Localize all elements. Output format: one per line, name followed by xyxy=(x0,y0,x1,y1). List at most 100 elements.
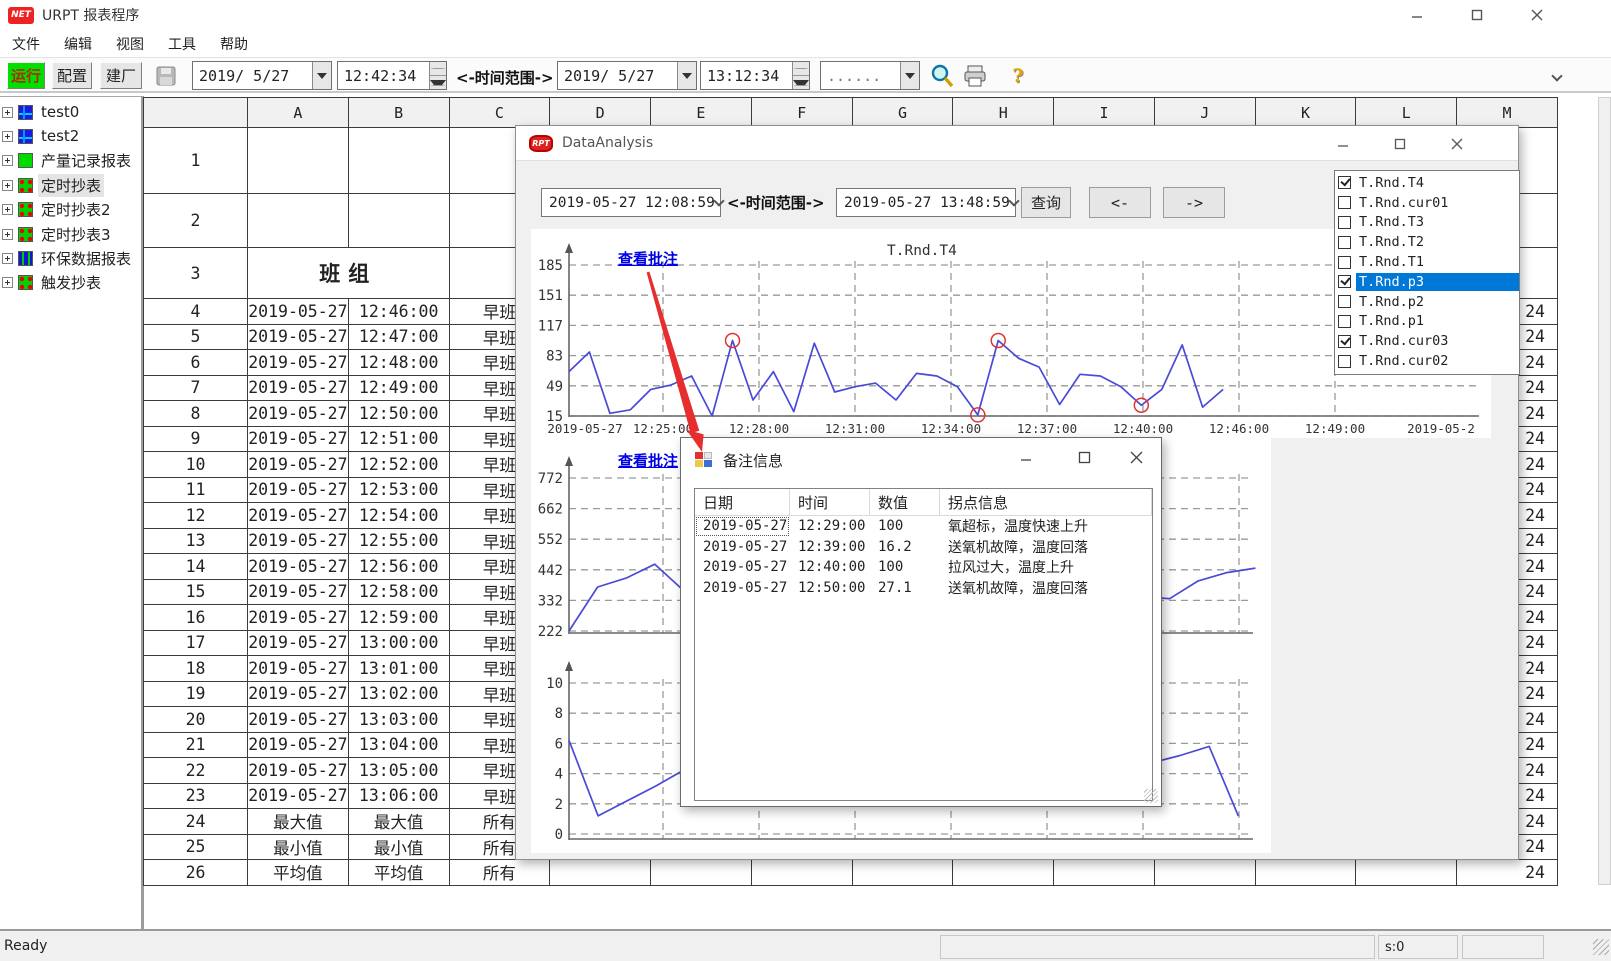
checkbox-icon[interactable] xyxy=(1338,196,1351,209)
build-button[interactable]: 建厂 xyxy=(100,62,142,89)
col-header-I[interactable]: I xyxy=(1054,98,1155,128)
col-header-G[interactable]: G xyxy=(853,98,954,128)
sheet-cell[interactable] xyxy=(1356,860,1457,886)
row-header-24[interactable]: 24 xyxy=(143,809,248,835)
sheet-cell[interactable]: 2019-05-27 xyxy=(248,452,349,478)
prev-button[interactable]: <- xyxy=(1089,187,1151,218)
sheet-cell[interactable] xyxy=(1155,860,1256,886)
toolbar-overflow-icon[interactable] xyxy=(1543,64,1571,91)
sheet-cell[interactable]: 2019-05-27 xyxy=(248,605,349,631)
col-header-K[interactable]: K xyxy=(1256,98,1357,128)
sheet-cell[interactable]: 2019-05-27 xyxy=(248,656,349,682)
sheet-cell[interactable]: 2019-05-27 xyxy=(248,478,349,504)
sheet-cell[interactable]: 12:46:00 xyxy=(349,299,450,325)
col-header-B[interactable]: B xyxy=(349,98,450,128)
expand-plus-icon[interactable] xyxy=(2,131,13,142)
tree-item-4[interactable]: 定时抄表2 xyxy=(2,199,114,221)
row-header-12[interactable]: 12 xyxy=(143,503,248,529)
sheet-cell[interactable]: 2019-05-27 xyxy=(248,350,349,376)
sheet-cell[interactable]: 12:51:00 xyxy=(349,427,450,453)
col-header-L[interactable]: L xyxy=(1356,98,1457,128)
sheet-cell[interactable]: 12:56:00 xyxy=(349,554,450,580)
sheet-vscrollbar[interactable] xyxy=(1598,97,1611,885)
note-row[interactable]: 2019-05-2712:29:00100氧超标，温度快速上升 xyxy=(695,516,1152,537)
row-header-8[interactable]: 8 xyxy=(143,401,248,427)
sheet-cell[interactable] xyxy=(248,128,349,194)
tag-item-T.Rnd.p2[interactable]: T.Rnd.p2 xyxy=(1335,292,1519,312)
sheet-cell[interactable] xyxy=(1256,860,1357,886)
row-header-20[interactable]: 20 xyxy=(143,707,248,733)
row-header-9[interactable]: 9 xyxy=(143,427,248,453)
row-header-4[interactable]: 4 xyxy=(143,299,248,325)
sheet-cell[interactable]: 2019-05-27 xyxy=(248,401,349,427)
tag-item-T.Rnd.T1[interactable]: T.Rnd.T1 xyxy=(1335,252,1519,272)
tree-item-1[interactable]: test2 xyxy=(2,125,82,147)
tag-item-T.Rnd.cur02[interactable]: T.Rnd.cur02 xyxy=(1335,351,1519,371)
note-close-icon[interactable] xyxy=(1121,447,1151,468)
tag-item-T.Rnd.p3[interactable]: T.Rnd.p3 xyxy=(1335,272,1519,292)
merged-cell-banzu[interactable]: 班组 xyxy=(248,248,450,299)
view-annotation-link-2[interactable]: 查看批注 xyxy=(618,450,678,471)
tree-item-0[interactable]: test0 xyxy=(2,101,82,123)
col-header-A[interactable]: A xyxy=(248,98,349,128)
end-time-spinner[interactable]: 13:12:34 xyxy=(700,61,810,90)
tag-item-T.Rnd.cur03[interactable]: T.Rnd.cur03 xyxy=(1335,331,1519,351)
sheet-corner-cell[interactable] xyxy=(143,98,248,128)
sheet-cell[interactable]: 最小值 xyxy=(349,835,450,861)
checkbox-icon[interactable] xyxy=(1338,295,1351,308)
dialog-maximize-icon[interactable] xyxy=(1385,133,1415,154)
col-header-J[interactable]: J xyxy=(1155,98,1256,128)
row-header-3[interactable]: 3 xyxy=(143,248,248,299)
start-date-picker[interactable]: 2019/ 5/27 xyxy=(192,61,332,90)
help-icon[interactable]: ? xyxy=(1004,62,1032,89)
maximize-icon[interactable] xyxy=(1462,4,1492,26)
checkbox-checked-icon[interactable] xyxy=(1338,335,1351,348)
row-header-2[interactable]: 2 xyxy=(143,194,248,248)
run-button[interactable]: 运行 xyxy=(7,62,45,89)
dropdown-arrow-icon[interactable] xyxy=(677,62,696,89)
row-header-22[interactable]: 22 xyxy=(143,758,248,784)
sheet-cell[interactable]: 13:03:00 xyxy=(349,707,450,733)
tag-item-T.Rnd.cur01[interactable]: T.Rnd.cur01 xyxy=(1335,193,1519,213)
sheet-cell[interactable]: 12:47:00 xyxy=(349,325,450,351)
sheet-cell[interactable]: 2019-05-27 xyxy=(248,784,349,810)
row-header-17[interactable]: 17 xyxy=(143,631,248,657)
row-header-21[interactable]: 21 xyxy=(143,733,248,759)
dropdown-arrow-icon[interactable] xyxy=(312,62,331,89)
col-header-D[interactable]: D xyxy=(550,98,651,128)
next-button[interactable]: -> xyxy=(1163,187,1225,218)
row-header-16[interactable]: 16 xyxy=(143,605,248,631)
combo-chevron-icon[interactable] xyxy=(715,189,723,216)
expand-plus-icon[interactable] xyxy=(2,277,13,288)
sheet-cell[interactable]: 2019-05-27 xyxy=(248,631,349,657)
sheet-cell[interactable]: 12:50:00 xyxy=(349,401,450,427)
sheet-cell[interactable] xyxy=(349,194,450,248)
row-header-15[interactable]: 15 xyxy=(143,580,248,606)
sheet-cell[interactable]: 平均值 xyxy=(349,860,450,886)
note-col-0[interactable]: 日期 xyxy=(695,489,790,515)
sheet-cell[interactable]: 12:48:00 xyxy=(349,350,450,376)
sheet-cell[interactable]: 2019-05-27 xyxy=(248,376,349,402)
checkbox-checked-icon[interactable] xyxy=(1338,275,1351,288)
sheet-cell[interactable]: 最大值 xyxy=(349,809,450,835)
row-header-18[interactable]: 18 xyxy=(143,656,248,682)
sheet-cell[interactable]: 2019-05-27 xyxy=(248,503,349,529)
tag-item-T.Rnd.T4[interactable]: T.Rnd.T4 xyxy=(1335,173,1519,193)
analysis-start-combo[interactable]: 2019-05-27 12:08:59 xyxy=(541,188,721,217)
sheet-cell[interactable]: 13:06:00 xyxy=(349,784,450,810)
sheet-cell[interactable]: 2019-05-27 xyxy=(248,707,349,733)
sheet-cell[interactable]: 最小值 xyxy=(248,835,349,861)
row-header-11[interactable]: 11 xyxy=(143,478,248,504)
note-row[interactable]: 2019-05-2712:39:0016.2送氧机故障，温度回落 xyxy=(695,537,1152,558)
menu-item-2[interactable]: 视图 xyxy=(104,31,156,57)
sheet-cell[interactable] xyxy=(248,194,349,248)
row-header-1[interactable]: 1 xyxy=(143,128,248,194)
row-header-7[interactable]: 7 xyxy=(143,376,248,402)
tag-item-T.Rnd.T2[interactable]: T.Rnd.T2 xyxy=(1335,232,1519,252)
expand-plus-icon[interactable] xyxy=(2,204,13,215)
menu-item-4[interactable]: 帮助 xyxy=(208,31,260,57)
expand-plus-icon[interactable] xyxy=(2,229,13,240)
col-header-E[interactable]: E xyxy=(651,98,752,128)
sheet-cell[interactable]: 12:59:00 xyxy=(349,605,450,631)
dialog-close-icon[interactable] xyxy=(1442,133,1472,154)
